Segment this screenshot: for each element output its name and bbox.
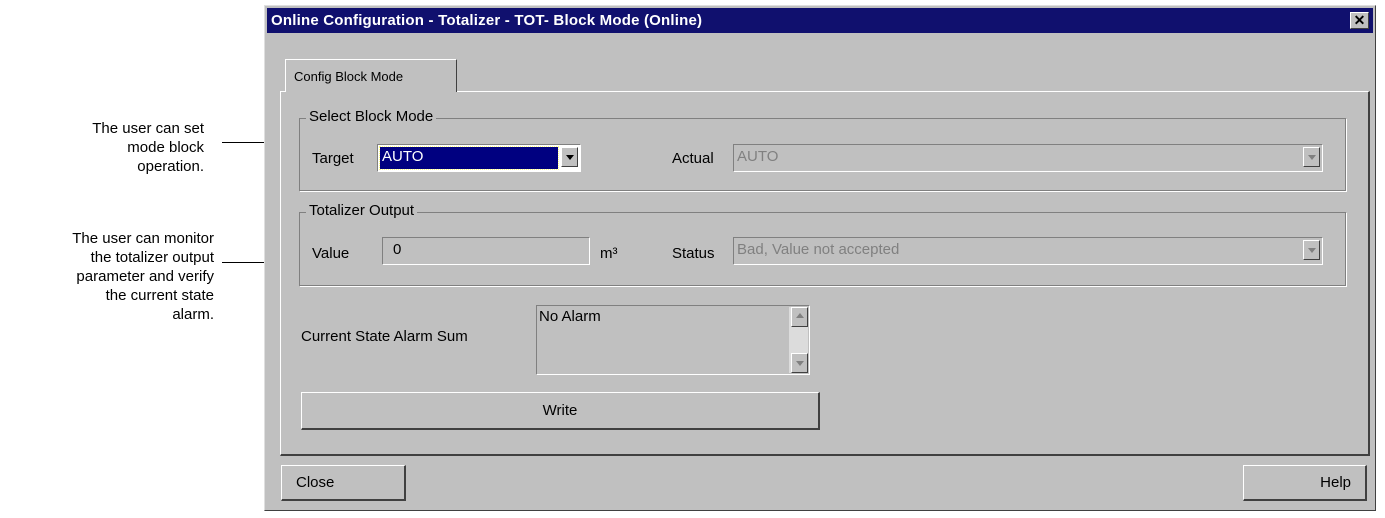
close-button-label: Close [296,474,335,491]
annotation-mode-text: The user can set mode block operation. [20,119,204,176]
output-value-field: 0 [382,237,590,265]
help-button[interactable]: Help [1243,465,1367,501]
alarm-value: No Alarm [539,308,601,325]
target-selection-highlight: AUTO [379,146,559,170]
output-value: 0 [393,241,402,258]
target-label: Target [312,150,354,167]
annotation-output-text: The user can monitor the totalizer outpu… [0,229,214,324]
totalizer-output-group: Totalizer Output Value 0 m³ Status Bad, … [299,202,1346,286]
group-title: Totalizer Output [306,202,418,219]
status-combobox: Bad, Value not accepted [733,237,1323,265]
unit-label: m³ [600,245,618,262]
status-value: Bad, Value not accepted [737,241,900,258]
target-value: AUTO [382,148,424,165]
scroll-up-button[interactable] [791,307,808,327]
window-title: Online Configuration - Totalizer - TOT- … [271,12,703,29]
actual-mode-combobox: AUTO [733,144,1323,172]
group-title: Select Block Mode [306,108,437,125]
value-label: Value [312,245,350,262]
close-window-button[interactable]: ✕ [1350,12,1369,29]
status-dropdown-button [1303,240,1320,260]
target-mode-combobox[interactable]: AUTO [377,144,581,172]
alarm-scrollbar[interactable] [789,307,808,373]
select-block-mode-group: Select Block Mode Target AUTO Actual AUT… [299,108,1346,191]
annotation-line: parameter and verify [76,268,214,285]
chevron-down-icon [566,155,574,160]
title-bar[interactable]: Online Configuration - Totalizer - TOT- … [267,8,1373,33]
target-dropdown-button[interactable] [561,147,578,167]
alarm-listbox[interactable]: No Alarm [536,305,810,375]
write-button[interactable]: Write [301,392,820,430]
chevron-down-icon [796,361,804,366]
annotation-line: alarm. [172,306,214,323]
chevron-down-icon [1308,248,1316,253]
annotation-line: the current state [105,287,214,304]
close-button[interactable]: Close [281,465,406,501]
close-icon: ✕ [1353,12,1366,28]
annotation-line: mode block [127,139,204,156]
actual-dropdown-button [1303,147,1320,167]
actual-label: Actual [672,150,714,167]
annotation-line: The user can set [92,120,204,137]
annotation-line: The user can monitor [72,230,214,247]
chevron-down-icon [1308,155,1316,160]
write-button-label: Write [542,402,578,419]
annotation-line: operation. [137,158,204,175]
scroll-down-button[interactable] [791,353,808,373]
chevron-up-icon [796,313,804,318]
online-configuration-dialog: Online Configuration - Totalizer - TOT- … [264,5,1376,511]
status-label: Status [672,245,715,262]
annotation-line: the totalizer output [90,249,214,266]
tab-panel: Select Block Mode Target AUTO Actual AUT… [280,91,1370,456]
tab-config-block-mode[interactable]: Config Block Mode [285,59,457,92]
tab-label: Config Block Mode [294,69,404,84]
alarm-label: Current State Alarm Sum [301,328,468,345]
actual-value: AUTO [737,148,779,165]
help-button-label: Help [1320,474,1351,491]
